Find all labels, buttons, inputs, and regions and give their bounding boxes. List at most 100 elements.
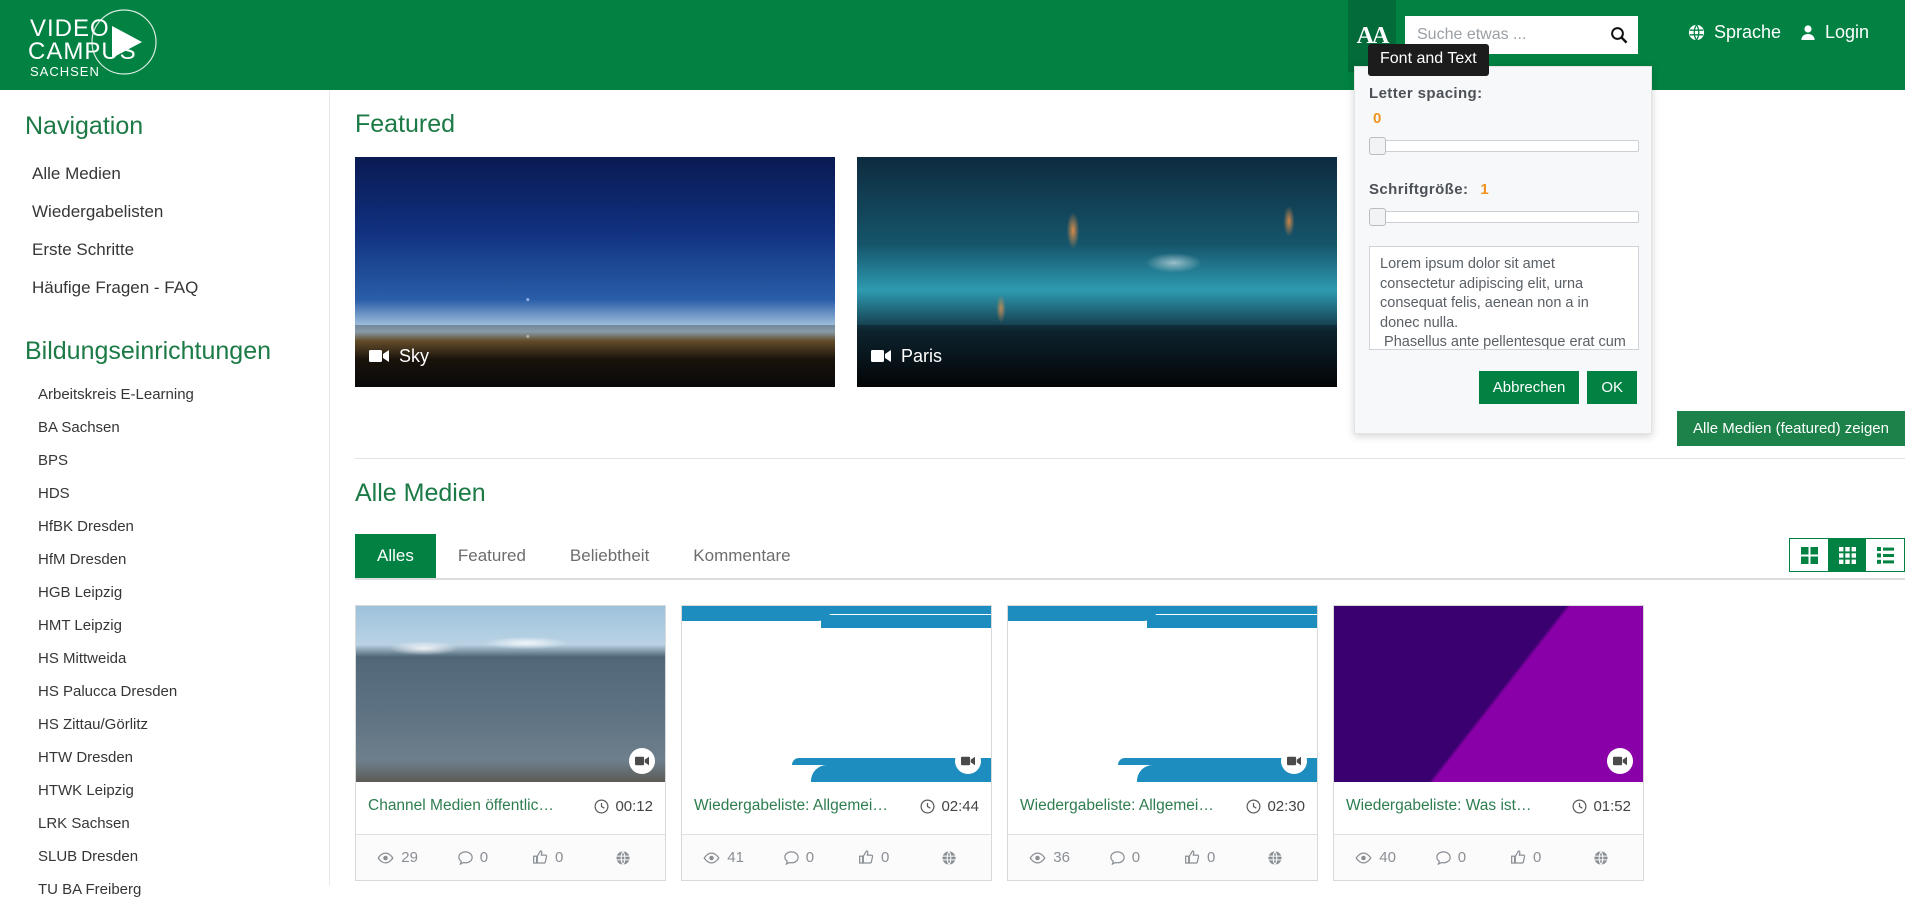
font-size-slider[interactable]	[1369, 208, 1639, 224]
svg-text:SACHSEN: SACHSEN	[30, 64, 100, 79]
sidebar-item-institution[interactable]: HfBK Dresden	[0, 510, 329, 543]
video-camera-icon	[961, 756, 975, 766]
tab-beliebtheit[interactable]: Beliebtheit	[548, 534, 671, 578]
site-logo[interactable]: VIDEO CAMPUS SACHSEN	[24, 8, 189, 84]
sidebar-item-erste-schritte[interactable]: Erste Schritte	[0, 231, 329, 269]
featured-card-label: Sky	[355, 325, 835, 387]
comments-count: 0	[480, 849, 488, 866]
eye-icon	[1029, 852, 1046, 864]
language-label: Sprache	[1714, 22, 1781, 43]
video-camera-icon	[1287, 756, 1301, 766]
sidebar-item-institution[interactable]: BA Sachsen	[0, 411, 329, 444]
search-button[interactable]	[1598, 16, 1638, 54]
view-mode-grid-small-button[interactable]	[1828, 539, 1866, 571]
list-view-icon	[1877, 547, 1894, 564]
media-card-header: Wiedergabeliste: Allgemei… 02:30	[1008, 782, 1317, 834]
sidebar-item-institution[interactable]: HDS	[0, 477, 329, 510]
views-count: 41	[727, 849, 744, 866]
comments-stat: 0	[1413, 849, 1488, 866]
sidebar-item-institution[interactable]: TU BA Freiberg	[0, 873, 329, 906]
sidebar-item-institution[interactable]: HTWK Leipzig	[0, 774, 329, 807]
slider-thumb[interactable]	[1369, 137, 1386, 155]
tab-featured[interactable]: Featured	[436, 534, 548, 578]
media-card-title[interactable]: Wiedergabeliste: Was ist…	[1346, 797, 1532, 815]
ok-button[interactable]: OK	[1587, 371, 1637, 404]
comment-icon	[784, 851, 799, 865]
globe-icon	[1267, 850, 1283, 866]
likes-count: 0	[555, 849, 563, 866]
sidebar-item-institution[interactable]: HMT Leipzig	[0, 609, 329, 642]
media-card[interactable]: Channel Medien öffentlic… 00:12 29	[355, 605, 666, 881]
sidebar-item-institution[interactable]: LRK Sachsen	[0, 807, 329, 840]
sidebar-item-institution[interactable]: HTW Dresden	[0, 741, 329, 774]
media-card-header: Wiedergabeliste: Was ist… 01:52	[1334, 782, 1643, 834]
sidebar-item-institution[interactable]: Arbeitskreis E-Learning	[0, 378, 329, 411]
media-duration: 02:44	[920, 798, 979, 815]
slider-track	[1369, 211, 1639, 223]
media-card-stats: 36 0 0	[1008, 834, 1317, 880]
media-card[interactable]: Wiedergabeliste: Allgemei… 02:44 41	[681, 605, 992, 881]
comment-icon	[1110, 851, 1125, 865]
views-stat: 41	[686, 849, 761, 866]
media-card[interactable]: Wiedergabeliste: Allgemei… 02:30 36	[1007, 605, 1318, 881]
featured-card[interactable]: Paris	[857, 157, 1337, 387]
media-duration-text: 00:12	[615, 798, 653, 815]
media-duration: 01:52	[1572, 798, 1631, 815]
video-camera-icon	[871, 349, 891, 363]
comments-count: 0	[1132, 849, 1140, 866]
cancel-button[interactable]: Abbrechen	[1479, 371, 1580, 404]
font-size-group: Schriftgröße: 1	[1369, 181, 1637, 198]
sidebar-item-alle-medien[interactable]: Alle Medien	[0, 155, 329, 193]
sidebar-item-institution[interactable]: HGB Leipzig	[0, 576, 329, 609]
view-mode-grid-large-button[interactable]	[1790, 539, 1828, 571]
video-badge	[1607, 748, 1633, 774]
tab-list: Alles Featured Beliebtheit Kommentare	[355, 534, 813, 578]
globe-icon	[1688, 24, 1705, 41]
tab-kommentare[interactable]: Kommentare	[671, 534, 812, 578]
video-camera-icon	[635, 756, 649, 766]
likes-count: 0	[881, 849, 889, 866]
visibility-stat	[586, 850, 661, 866]
language-link[interactable]: Sprache	[1688, 22, 1781, 43]
media-card[interactable]: Wiedergabeliste: Was ist… 01:52 40	[1333, 605, 1644, 881]
thumbs-up-icon	[1185, 850, 1200, 865]
clock-icon	[1246, 799, 1261, 814]
sidebar-item-institution[interactable]: HfM Dresden	[0, 543, 329, 576]
sidebar-item-institution[interactable]: HS Mittweida	[0, 642, 329, 675]
preview-textarea[interactable]	[1369, 246, 1639, 350]
slider-track	[1369, 140, 1639, 152]
likes-stat: 0	[511, 849, 586, 866]
font-size-value: 1	[1480, 181, 1488, 198]
featured-card[interactable]: Sky	[355, 157, 835, 387]
sidebar-item-institution[interactable]: HS Zittau/Görlitz	[0, 708, 329, 741]
show-all-featured-button[interactable]: Alle Medien (featured) zeigen	[1677, 411, 1905, 446]
visibility-stat	[912, 850, 987, 866]
svg-text:CAMPUS: CAMPUS	[28, 38, 137, 65]
video-camera-icon	[369, 349, 389, 363]
login-link[interactable]: Login	[1800, 22, 1869, 43]
video-badge	[1281, 748, 1307, 774]
media-card-title[interactable]: Wiedergabeliste: Allgemei…	[1020, 797, 1214, 815]
media-card-title[interactable]: Channel Medien öffentlic…	[368, 797, 554, 815]
letter-spacing-slider[interactable]	[1369, 137, 1639, 153]
sidebar-item-institution[interactable]: BPS	[0, 444, 329, 477]
section-divider	[355, 458, 1905, 459]
likes-count: 0	[1533, 849, 1541, 866]
tab-alles[interactable]: Alles	[355, 534, 436, 578]
views-count: 29	[401, 849, 418, 866]
view-mode-list-button[interactable]	[1866, 539, 1904, 571]
sidebar-item-faq[interactable]: Häufige Fragen - FAQ	[0, 269, 329, 307]
media-card-stats: 40 0 0	[1334, 834, 1643, 880]
sidebar-item-institution[interactable]: SLUB Dresden	[0, 840, 329, 873]
search-icon	[1610, 26, 1628, 44]
sidebar-heading-navigation: Navigation	[0, 112, 329, 141]
grid-small-icon	[1839, 547, 1856, 564]
comments-stat: 0	[1087, 849, 1162, 866]
media-card-title[interactable]: Wiedergabeliste: Allgemei…	[694, 797, 888, 815]
comments-count: 0	[806, 849, 814, 866]
sidebar-item-institution[interactable]: HS Palucca Dresden	[0, 675, 329, 708]
sidebar-item-wiedergabelisten[interactable]: Wiedergabelisten	[0, 193, 329, 231]
views-stat: 40	[1338, 849, 1413, 866]
slider-thumb[interactable]	[1369, 208, 1386, 226]
featured-card-title: Paris	[901, 346, 942, 367]
